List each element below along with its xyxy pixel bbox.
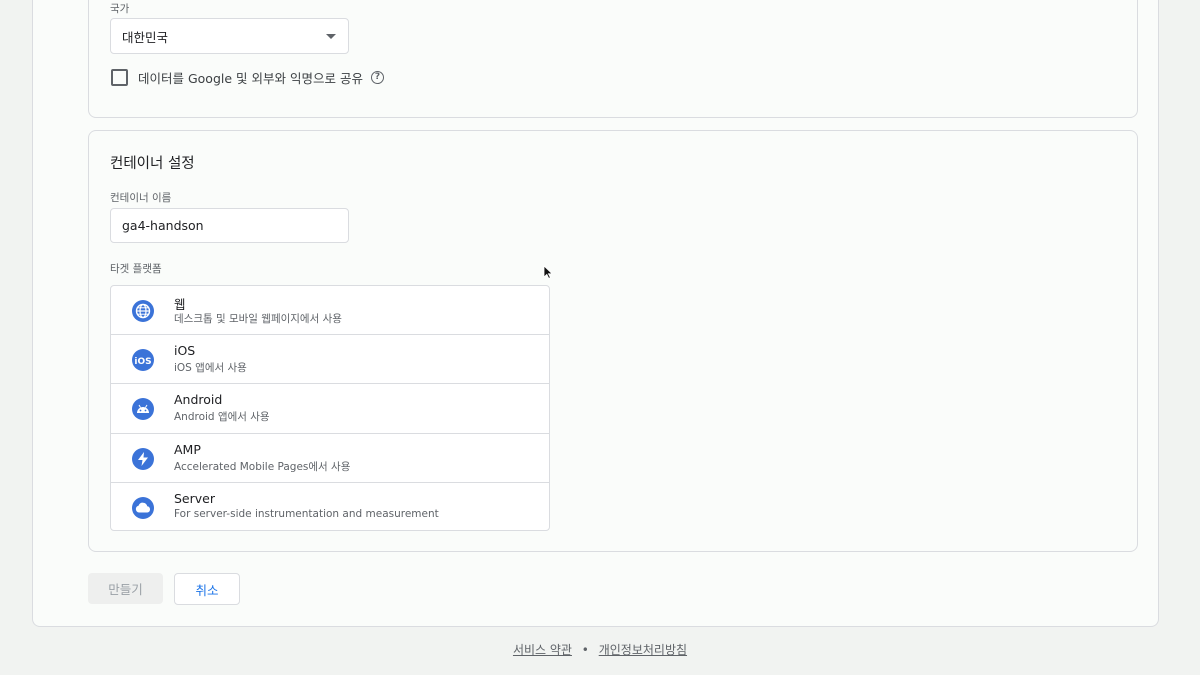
platform-item-android[interactable]: Android Android 앱에서 사용 [111, 384, 549, 434]
footer-separator: • [581, 643, 589, 657]
country-select-value: 대한민국 [122, 29, 169, 45]
platform-desc: 데스크톱 및 모바일 웹페이지에서 사용 [174, 313, 342, 325]
footer: 서비스 약관 • 개인정보처리방침 [0, 641, 1200, 658]
platform-item-amp[interactable]: AMP Accelerated Mobile Pages에서 사용 [111, 434, 549, 483]
container-name-value: ga4-handson [122, 218, 204, 233]
platform-name: AMP [174, 441, 201, 457]
country-label: 국가 [110, 3, 130, 15]
lightning-icon [132, 447, 154, 470]
android-icon [132, 398, 154, 421]
share-data-label: 데이터를 Google 및 외부와 익명으로 공유 [138, 71, 363, 86]
country-select[interactable]: 대한민국 [110, 18, 349, 54]
ios-icon: iOS [132, 349, 154, 372]
cloud-icon [132, 496, 154, 519]
container-name-label: 컨테이너 이름 [110, 192, 172, 204]
platform-item-server[interactable]: Server For server-side instrumentation a… [111, 483, 549, 532]
platform-item-ios[interactable]: iOS iOS iOS 앱에서 사용 [111, 335, 549, 385]
svg-text:iOS: iOS [134, 357, 151, 366]
platform-desc: Android 앱에서 사용 [174, 411, 270, 424]
platform-name: Android [174, 392, 223, 408]
help-icon[interactable]: ? [370, 71, 384, 84]
share-data-row: 데이터를 Google 및 외부와 익명으로 공유 ? [111, 68, 384, 87]
privacy-link[interactable]: 개인정보처리방침 [599, 643, 687, 657]
section-title: 컨테이너 설정 [110, 156, 195, 172]
platform-name: iOS [174, 343, 196, 359]
container-name-input[interactable]: ga4-handson [110, 208, 349, 243]
platform-desc: iOS 앱에서 사용 [174, 362, 247, 375]
platform-name: Server [174, 490, 215, 506]
share-data-checkbox[interactable] [111, 69, 128, 86]
platform-item-web[interactable]: 웹 데스크톱 및 모바일 웹페이지에서 사용 [111, 286, 549, 336]
terms-link[interactable]: 서비스 약관 [513, 643, 572, 657]
cancel-button[interactable]: 취소 [174, 573, 240, 605]
platform-list: 웹 데스크톱 및 모바일 웹페이지에서 사용 iOS iOS iOS 앱에서 사… [110, 285, 550, 531]
platform-desc: Accelerated Mobile Pages에서 사용 [174, 460, 351, 473]
target-platform-label: 타겟 플랫폼 [110, 263, 162, 275]
mouse-cursor-icon [543, 265, 553, 279]
globe-icon [132, 300, 154, 322]
dropdown-caret-icon [326, 34, 336, 39]
platform-desc: For server-side instrumentation and meas… [174, 507, 439, 520]
create-button[interactable]: 만들기 [88, 573, 163, 604]
